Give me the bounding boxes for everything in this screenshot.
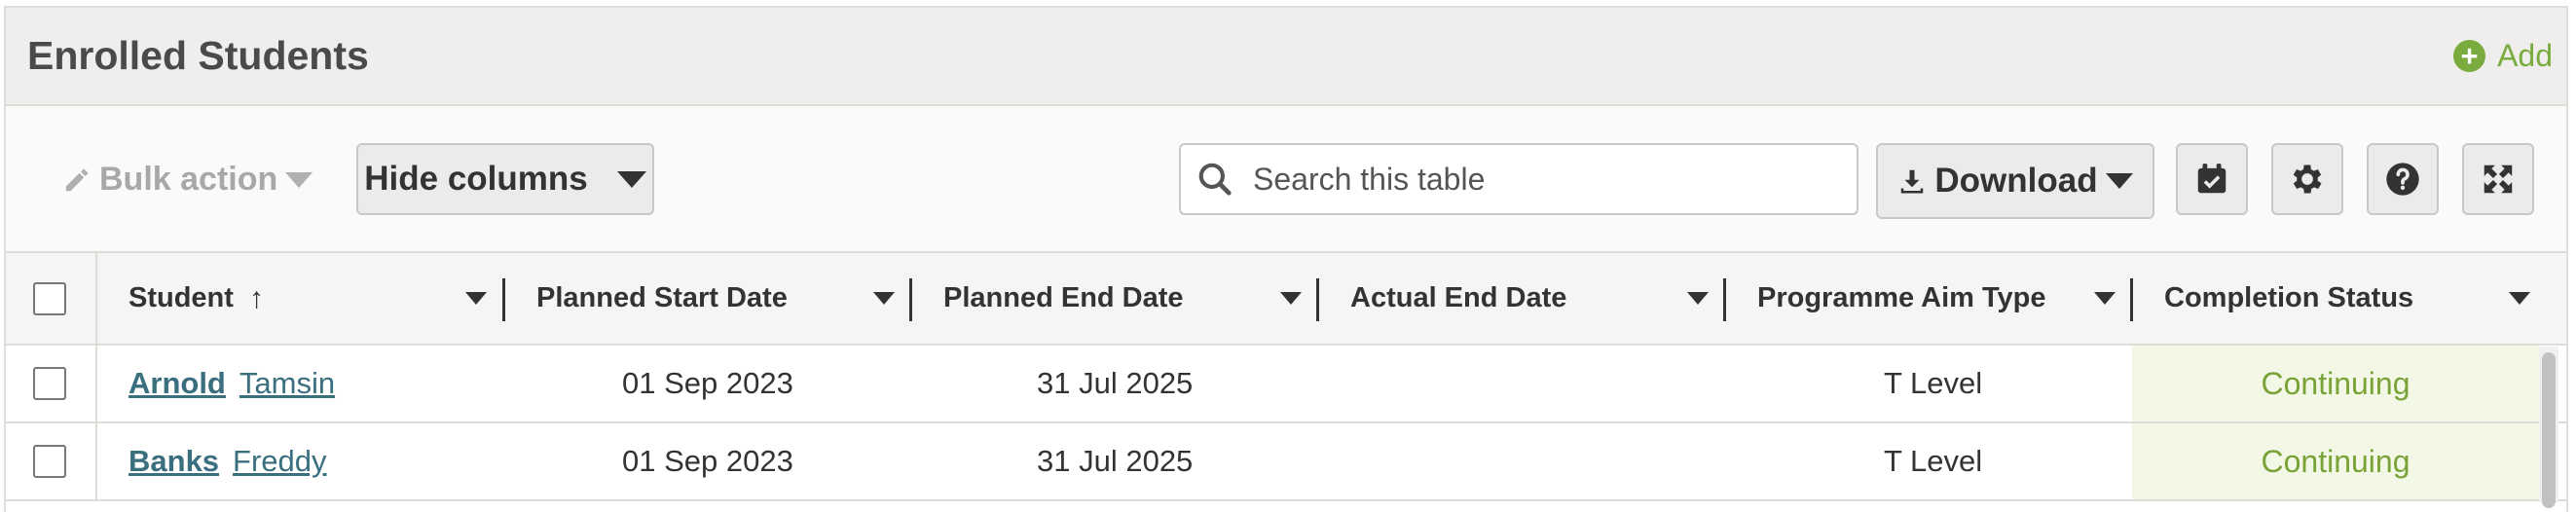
table-row: Banks Freddy 01 Sep 2023 31 Jul 2025 T Le… xyxy=(6,423,2566,501)
student-name-link[interactable]: Arnold Tamsin xyxy=(129,346,335,421)
column-divider xyxy=(95,346,97,423)
caret-down-icon xyxy=(616,170,646,188)
add-button[interactable]: + Add xyxy=(2453,38,2553,74)
column-label: Completion Status xyxy=(2164,282,2414,313)
column-header-programme-aim-type[interactable]: Programme Aim Type xyxy=(1757,253,2139,344)
fullscreen-button[interactable] xyxy=(2462,143,2534,215)
column-label: Actual End Date xyxy=(1350,282,1567,313)
programme-aim-type-cell: T Level xyxy=(1884,366,1983,400)
bulk-action-label: Bulk action xyxy=(99,161,278,198)
table-row: Arnold Tamsin 01 Sep 2023 31 Jul 2025 T L… xyxy=(6,346,2566,423)
caret-down-icon[interactable] xyxy=(1280,292,1302,305)
caret-down-icon[interactable] xyxy=(873,292,895,305)
panel-title: Enrolled Students xyxy=(27,33,369,78)
column-label: Planned Start Date xyxy=(536,282,788,313)
search-icon xyxy=(1198,163,1232,196)
student-name-link[interactable]: Banks Freddy xyxy=(129,423,327,499)
table-scrollbar[interactable] xyxy=(2539,347,2558,508)
column-header-completion-status[interactable]: Completion Status xyxy=(2164,253,2554,344)
student-forename: Tamsin xyxy=(239,366,336,400)
completion-status-cell: Continuing xyxy=(2132,346,2539,421)
hide-columns-button[interactable]: Hide columns xyxy=(356,143,654,215)
table-toolbar: Bulk action Hide columns Download xyxy=(6,106,2566,253)
column-resize-handle[interactable] xyxy=(2130,278,2133,321)
calendar-check-icon xyxy=(2197,164,2226,194)
expand-icon xyxy=(2484,165,2513,194)
caret-down-icon[interactable] xyxy=(2094,292,2116,305)
column-header-student[interactable]: Student ↑ xyxy=(129,253,510,344)
column-divider xyxy=(95,253,97,344)
pencil-icon xyxy=(65,168,89,191)
caret-down-icon xyxy=(285,171,313,188)
download-label: Download xyxy=(1934,162,2098,200)
panel-header: Enrolled Students + Add xyxy=(6,8,2566,106)
hide-columns-label: Hide columns xyxy=(364,160,588,198)
column-label: Student xyxy=(129,282,234,313)
add-label: Add xyxy=(2497,38,2553,73)
calendar-check-button[interactable] xyxy=(2176,143,2248,215)
completion-status-cell: Continuing xyxy=(2132,423,2539,499)
settings-button[interactable] xyxy=(2271,143,2343,215)
column-header-planned-end-date[interactable]: Planned End Date xyxy=(943,253,1325,344)
scrollbar-thumb[interactable] xyxy=(2542,352,2556,508)
caret-down-icon xyxy=(2105,173,2133,189)
planned-start-date-cell: 01 Sep 2023 xyxy=(622,444,793,478)
download-button[interactable]: Download xyxy=(1876,143,2154,219)
planned-end-date-cell: 31 Jul 2025 xyxy=(1037,444,1194,478)
planned-end-date-cell: 31 Jul 2025 xyxy=(1037,366,1194,400)
download-icon xyxy=(1901,169,1924,194)
table-header: Student ↑ Planned Start Date Planned End… xyxy=(6,253,2566,346)
row-checkbox[interactable] xyxy=(33,367,66,400)
plus-circle-icon: + xyxy=(2453,40,2486,72)
caret-down-icon[interactable] xyxy=(465,292,487,305)
search-input[interactable] xyxy=(1251,160,1800,199)
column-resize-handle[interactable] xyxy=(909,278,912,321)
column-resize-handle[interactable] xyxy=(1723,278,1726,321)
column-label: Planned End Date xyxy=(943,282,1184,313)
search-field[interactable] xyxy=(1179,143,1858,215)
caret-down-icon[interactable] xyxy=(1687,292,1709,305)
question-circle-icon xyxy=(2386,163,2419,196)
sort-ascending-icon: ↑ xyxy=(248,281,264,314)
column-resize-handle[interactable] xyxy=(502,278,505,321)
bulk-action-button[interactable]: Bulk action xyxy=(62,161,320,199)
gear-icon xyxy=(2293,165,2322,194)
select-all-checkbox[interactable] xyxy=(33,282,66,315)
student-forename: Freddy xyxy=(233,444,327,478)
enrolled-students-panel: Enrolled Students + Add Bulk action Hide… xyxy=(4,6,2568,512)
column-header-actual-end-date[interactable]: Actual End Date xyxy=(1350,253,1732,344)
column-divider xyxy=(95,423,97,501)
help-button[interactable] xyxy=(2367,143,2439,215)
column-header-planned-start-date[interactable]: Planned Start Date xyxy=(536,253,918,344)
column-label: Programme Aim Type xyxy=(1757,282,2046,313)
column-resize-handle[interactable] xyxy=(1316,278,1319,321)
programme-aim-type-cell: T Level xyxy=(1884,444,1983,478)
student-surname: Banks xyxy=(129,444,220,478)
caret-down-icon[interactable] xyxy=(2509,292,2530,305)
planned-start-date-cell: 01 Sep 2023 xyxy=(622,366,793,400)
row-checkbox[interactable] xyxy=(33,445,66,478)
student-surname: Arnold xyxy=(129,366,226,400)
